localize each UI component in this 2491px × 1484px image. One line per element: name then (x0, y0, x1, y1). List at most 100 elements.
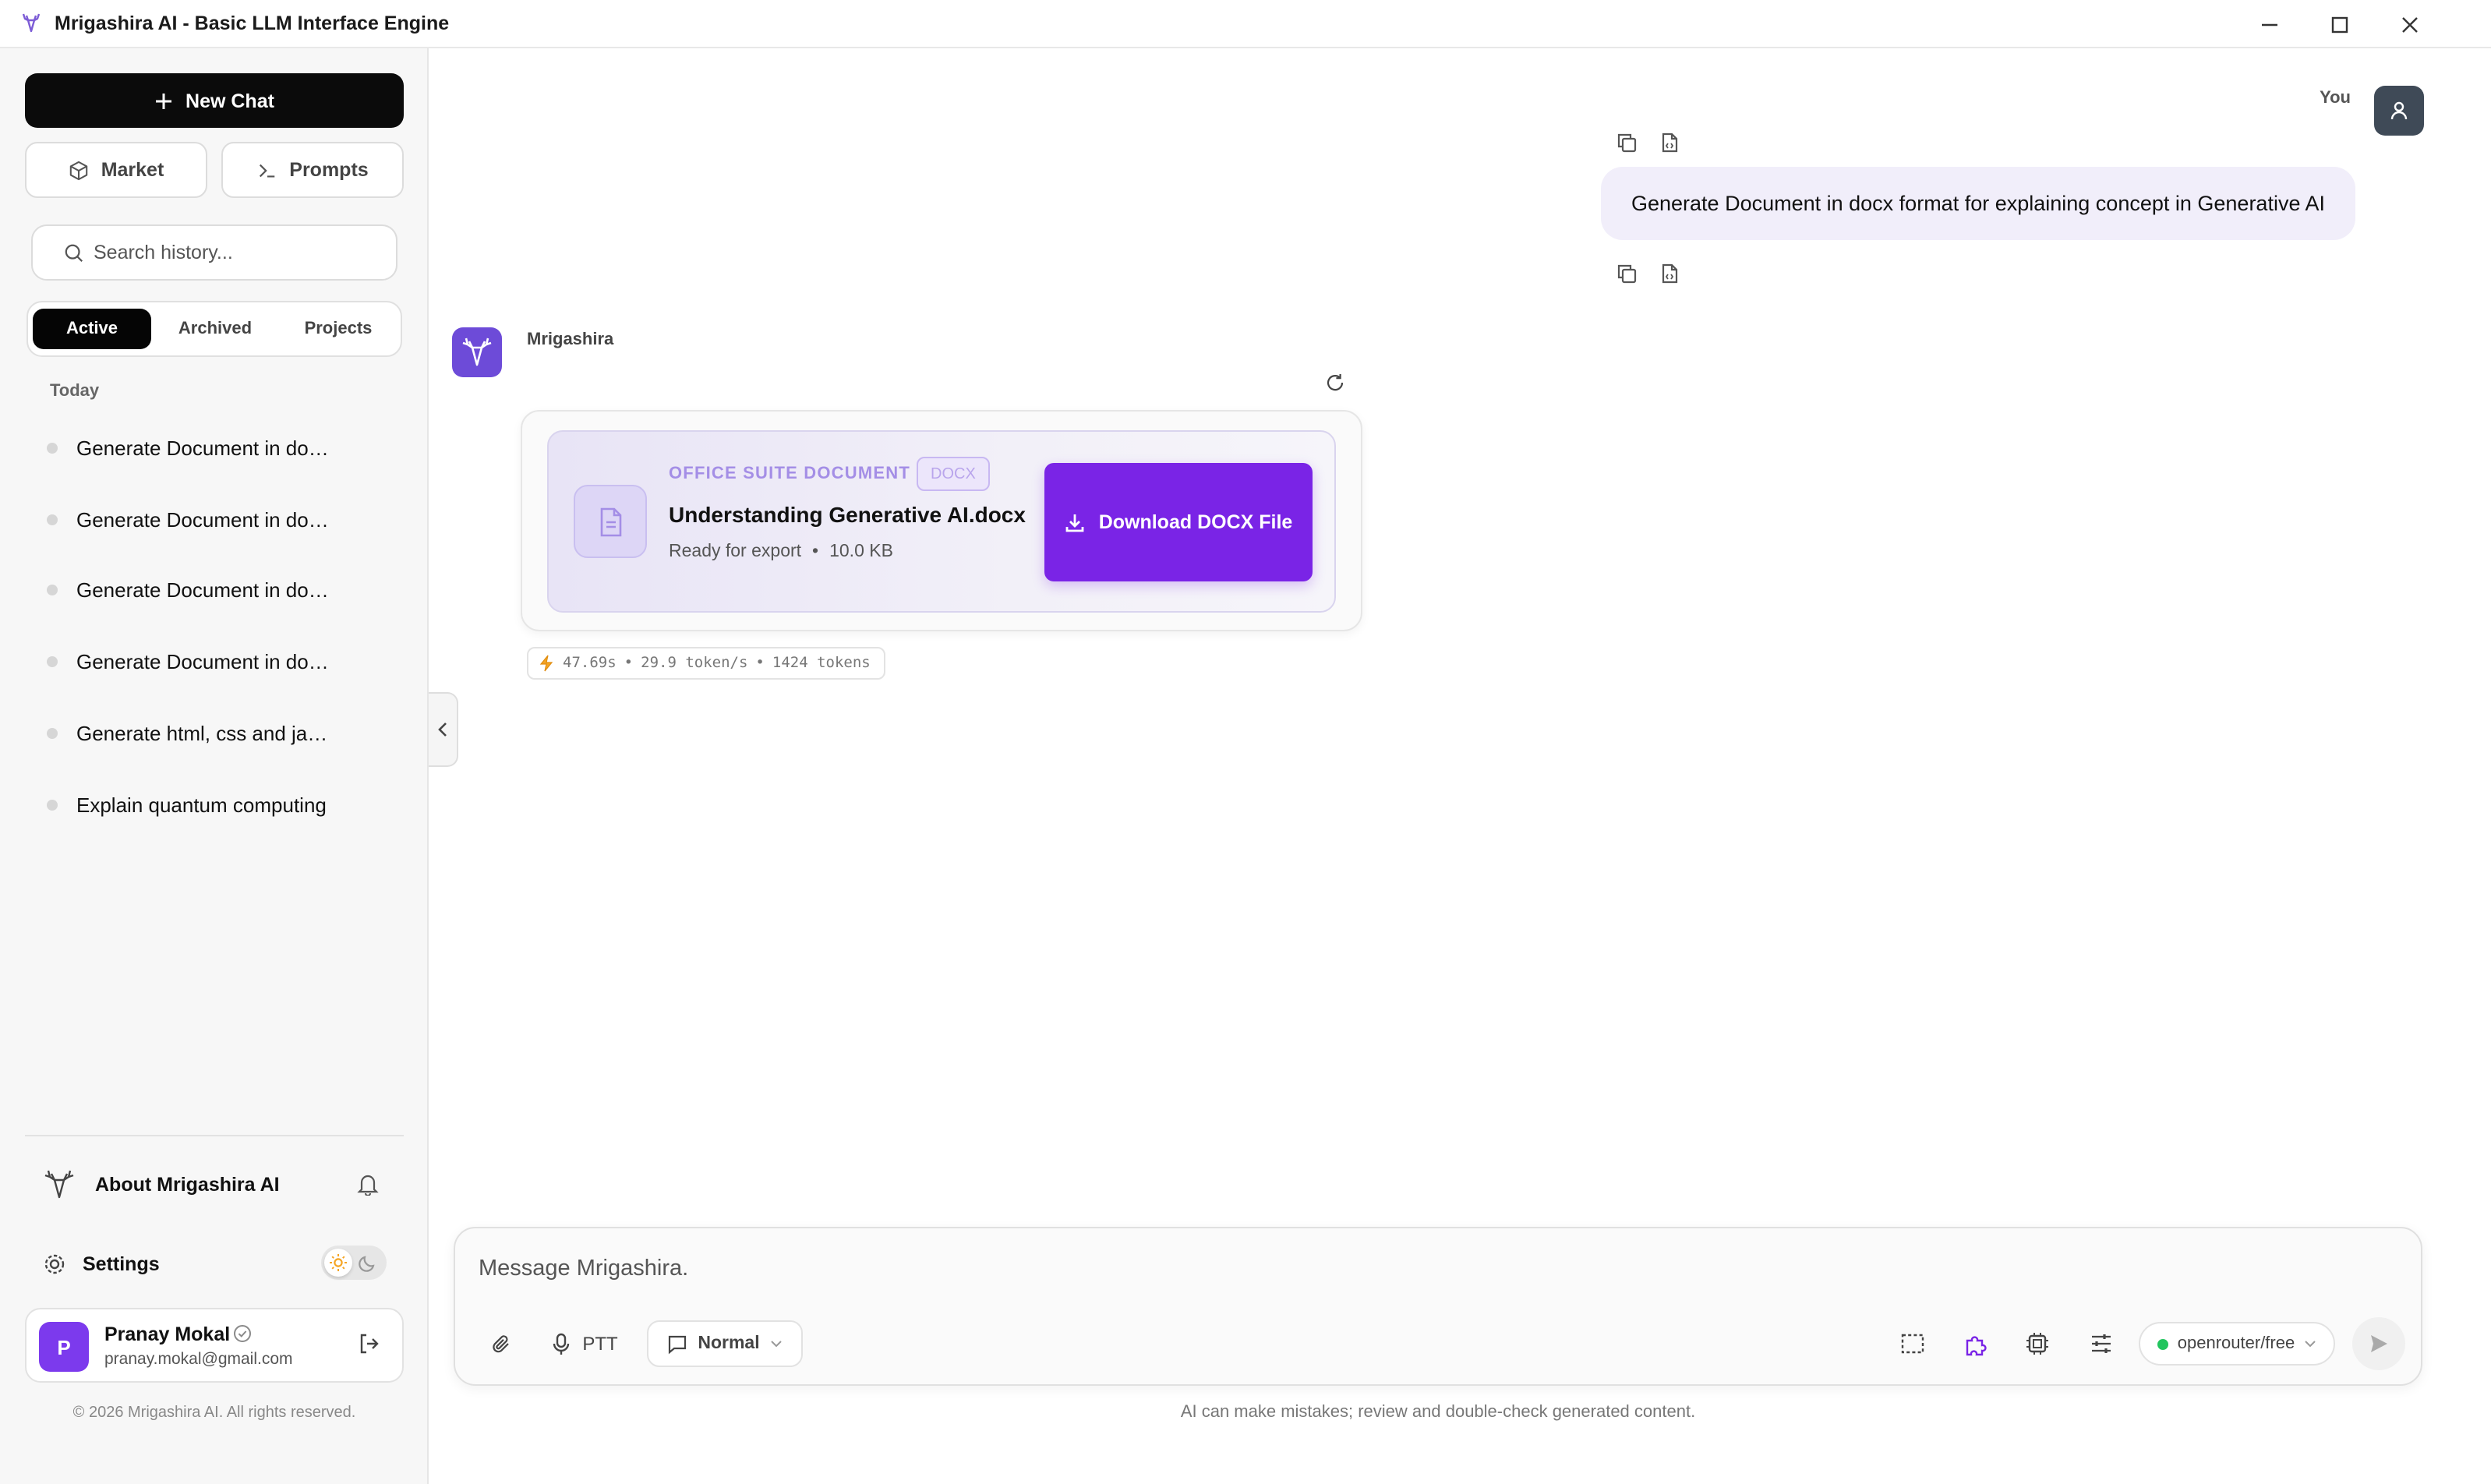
plugins-button[interactable] (1959, 1323, 1991, 1364)
user-email: pranay.mokal@gmail.com (104, 1350, 293, 1369)
verified-badge-icon (234, 1325, 251, 1342)
download-icon (1065, 514, 1084, 532)
document-filename: Understanding Generative AI.docx (669, 502, 1026, 527)
message-composer: PTT Normal openrouter/free (454, 1227, 2422, 1386)
refresh-icon (1327, 374, 1344, 391)
history-item-label: Generate Document in docx format for exp… (76, 436, 329, 459)
new-chat-button[interactable]: New Chat (25, 73, 404, 128)
logout-button[interactable] (357, 1331, 382, 1364)
window-title: Mrigashira AI - Basic LLM Interface Engi… (55, 12, 450, 34)
copy-message-button[interactable] (1613, 129, 1638, 154)
user-icon (2390, 101, 2408, 120)
regenerate-button[interactable] (1325, 373, 1345, 401)
mode-label: Normal (698, 1334, 760, 1353)
market-label: Market (101, 159, 164, 181)
search-history-box[interactable] (31, 224, 398, 281)
tab-projects[interactable]: Projects (277, 309, 399, 349)
export-message-button[interactable] (1657, 260, 1682, 285)
history-dot (47, 799, 58, 810)
document-format-badge: DOCX (917, 457, 990, 491)
theme-toggle-knob (324, 1249, 352, 1277)
send-button[interactable] (2352, 1317, 2405, 1370)
tab-active[interactable]: Active (33, 309, 151, 349)
document-card: OFFICE SUITE DOCUMENT DOCX Understanding… (547, 430, 1336, 613)
meta-separator: • (812, 542, 819, 561)
bell-icon (357, 1175, 379, 1197)
chevron-left-icon (438, 723, 447, 737)
history-item[interactable]: Explain quantum computing (47, 781, 405, 828)
stats-separator: • (624, 655, 634, 672)
notifications-button[interactable] (357, 1172, 379, 1203)
about-label: About Mrigashira AI (95, 1174, 280, 1196)
download-docx-button[interactable]: Download DOCX File (1044, 463, 1313, 581)
history-item[interactable]: Generate Document in docx format for exp… (47, 424, 405, 471)
history-item-label: Generate Document in docx format for exp… (76, 507, 329, 531)
history-dot (47, 442, 58, 453)
logout-icon (360, 1334, 379, 1354)
search-icon (65, 243, 83, 262)
message-square-icon (668, 1334, 686, 1354)
file-code-icon (1662, 132, 1678, 152)
minimize-icon (2262, 23, 2277, 26)
about-button[interactable]: About Mrigashira AI (42, 1164, 401, 1205)
history-item[interactable]: Generate html, css and javascript code (47, 709, 405, 756)
screen-capture-button[interactable] (1897, 1323, 1928, 1364)
model-chip-button[interactable] (2022, 1323, 2053, 1364)
user-profile-card[interactable]: P Pranay Mokal pranay.mokal@gmail.com (25, 1308, 404, 1383)
assistant-name: Mrigashira (527, 330, 614, 349)
terminal-icon (259, 163, 274, 177)
copy-message-button[interactable] (1613, 260, 1638, 285)
chevron-down-icon (2305, 1341, 2316, 1348)
prompts-button[interactable]: Prompts (221, 142, 404, 198)
theme-toggle[interactable] (321, 1246, 387, 1280)
history-dot (47, 727, 58, 738)
file-code-icon (1662, 263, 1678, 283)
collapse-sidebar-button[interactable] (429, 692, 458, 767)
ptt-label: PTT (582, 1333, 618, 1355)
parameters-button[interactable] (2086, 1323, 2117, 1364)
export-message-button[interactable] (1657, 129, 1682, 154)
mode-select[interactable]: Normal (647, 1320, 803, 1367)
tab-archived[interactable]: Archived (154, 309, 276, 349)
moon-icon (359, 1256, 375, 1272)
history-item[interactable]: Generate Document in docx format for exp… (47, 566, 405, 613)
minimize-button[interactable] (2254, 9, 2285, 41)
stats-separator: • (755, 655, 765, 672)
sliders-icon (2092, 1334, 2111, 1353)
push-to-talk-button[interactable]: PTT (547, 1323, 622, 1364)
user-name: Pranay Mokal (104, 1323, 231, 1345)
document-icon (599, 507, 621, 536)
cpu-icon (2026, 1333, 2048, 1355)
gear-icon (44, 1254, 65, 1274)
selection-icon (1901, 1334, 1924, 1354)
message-input[interactable] (479, 1256, 2349, 1291)
maximize-icon (2331, 16, 2348, 34)
model-status-dot (2157, 1338, 2168, 1349)
copy-icon (1616, 263, 1636, 283)
attach-button[interactable] (485, 1323, 516, 1364)
user-message-bubble: Generate Document in docx format for exp… (1601, 167, 2355, 240)
document-icon-tile (574, 485, 647, 558)
plus-icon (156, 93, 172, 108)
title-bar: Mrigashira AI - Basic LLM Interface Engi… (0, 0, 2491, 48)
history-item-label: Explain quantum computing (76, 793, 327, 816)
deer-logo-icon (22, 13, 41, 33)
history-item[interactable]: Generate Document in docx format for exp… (47, 496, 405, 542)
generation-stats: 47.69s • 29.9 token/s • 1424 tokens (527, 647, 886, 680)
maximize-button[interactable] (2324, 9, 2355, 41)
history-dot (47, 655, 58, 666)
document-kind: OFFICE SUITE DOCUMENT (669, 465, 910, 483)
document-meta: Ready for export • 10.0 KB (669, 542, 893, 561)
search-history-input[interactable] (94, 242, 390, 263)
market-button[interactable]: Market (25, 142, 207, 198)
stats-tokens: 1424 tokens (772, 655, 871, 672)
history-item-label: Generate html, css and javascript code (76, 721, 329, 744)
history-dot (47, 514, 58, 525)
close-window-button[interactable] (2394, 9, 2426, 41)
stats-time: 47.69s (563, 655, 617, 672)
puzzle-icon (1965, 1335, 1986, 1355)
history-item[interactable]: Generate Document in docx format for exp… (47, 638, 405, 684)
model-select[interactable]: openrouter/free (2139, 1322, 2335, 1366)
send-icon (2371, 1335, 2387, 1352)
new-chat-label: New Chat (186, 90, 274, 111)
